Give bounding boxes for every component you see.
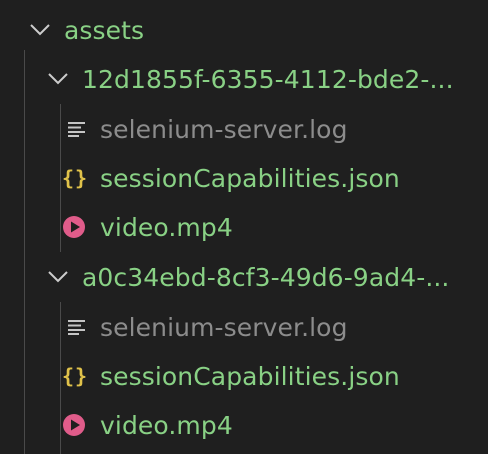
tree-item-folder[interactable]: a0c34ebd-8cf3-49d6-9ad4-... <box>0 252 488 302</box>
video-file-icon <box>61 215 87 239</box>
video-file-icon <box>61 413 87 437</box>
file-label: selenium-server.log <box>100 312 348 342</box>
file-label: selenium-server.log <box>100 114 348 144</box>
chevron-down-icon[interactable] <box>46 67 70 91</box>
file-label: sessionCapabilities.json <box>100 361 400 391</box>
file-label: video.mp4 <box>100 212 233 242</box>
tree-item-assets-folder[interactable]: assets <box>0 5 488 55</box>
folder-label: assets <box>64 15 145 45</box>
folder-label: 12d1855f-6355-4112-bde2-... <box>82 64 454 94</box>
tree-item-file[interactable]: selenium-server.log <box>0 302 488 352</box>
json-file-icon: {} <box>61 166 89 190</box>
folder-label: a0c34ebd-8cf3-49d6-9ad4-... <box>82 262 450 292</box>
log-file-icon <box>66 319 88 335</box>
tree-item-file[interactable]: {} sessionCapabilities.json <box>0 153 488 203</box>
tree-item-file[interactable]: {} sessionCapabilities.json <box>0 351 488 401</box>
tree-item-file[interactable]: video.mp4 <box>0 202 488 252</box>
file-label: sessionCapabilities.json <box>100 163 400 193</box>
file-label: video.mp4 <box>100 410 233 440</box>
tree-item-file[interactable]: selenium-server.log <box>0 104 488 154</box>
tree-item-file[interactable]: video.mp4 <box>0 400 488 450</box>
tree-item-folder[interactable]: 12d1855f-6355-4112-bde2-... <box>0 54 488 104</box>
log-file-icon <box>66 121 88 137</box>
chevron-down-icon[interactable] <box>28 18 52 42</box>
chevron-down-icon[interactable] <box>46 265 70 289</box>
json-file-icon: {} <box>61 364 89 388</box>
file-explorer-tree: assets 12d1855f-6355-4112-bde2-... selen… <box>0 0 488 454</box>
